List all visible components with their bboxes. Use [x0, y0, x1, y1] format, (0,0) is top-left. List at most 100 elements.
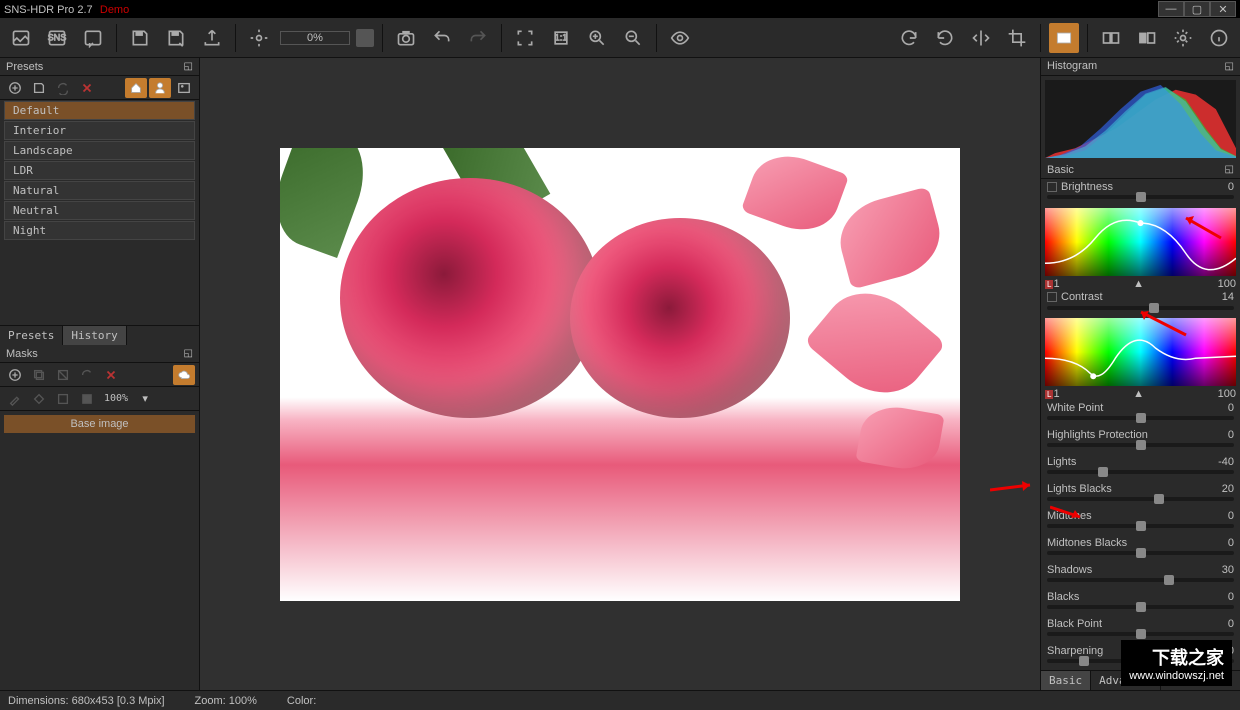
masks-toolbar-1: [0, 363, 199, 387]
title-bar: SNS-HDR Pro 2.7 Demo — ▢ ✕: [0, 0, 1240, 18]
brightness-curve[interactable]: [1045, 208, 1236, 276]
histogram-display: [1045, 80, 1236, 158]
preset-item-night[interactable]: Night: [4, 221, 195, 240]
slider-lights[interactable]: Lights-40: [1041, 454, 1240, 481]
crop-button[interactable]: [1002, 23, 1032, 53]
fill-button[interactable]: [28, 389, 50, 409]
undo-button[interactable]: [427, 23, 457, 53]
tab-presets[interactable]: Presets: [0, 326, 63, 345]
delete-mask-button[interactable]: [100, 365, 122, 385]
slider-midtones-blacks[interactable]: Midtones Blacks0: [1041, 535, 1240, 562]
tab-basic[interactable]: Basic: [1041, 671, 1091, 690]
slider-white-point[interactable]: White Point0: [1041, 400, 1240, 427]
presets-toolbar: [0, 76, 199, 100]
camera-button[interactable]: [391, 23, 421, 53]
flip-button[interactable]: [966, 23, 996, 53]
app-name: SNS-HDR Pro 2.7: [4, 4, 93, 16]
right-sidebar: Histogram ◱ Basic ◱ Brightness0 L1▲100 C…: [1040, 58, 1240, 690]
status-bar: Dimensions: 680x453 [0.3 Mpix] Zoom: 100…: [0, 690, 1240, 710]
preset-item-neutral[interactable]: Neutral: [4, 201, 195, 220]
contrast-curve[interactable]: [1045, 318, 1236, 386]
status-dimensions: Dimensions: 680x453 [0.3 Mpix]: [8, 695, 165, 707]
masks-header: Masks ◱: [0, 345, 199, 363]
brightness-slider[interactable]: Brightness0: [1041, 179, 1240, 205]
basic-header: Basic ◱: [1041, 162, 1240, 180]
mask-zoom: 100%: [100, 393, 132, 404]
basic-title: Basic: [1047, 164, 1074, 176]
window-controls: — ▢ ✕: [1158, 1, 1236, 17]
preset-item-natural[interactable]: Natural: [4, 181, 195, 200]
slider-midtones[interactable]: Midtones0: [1041, 508, 1240, 535]
presets-header: Presets ◱: [0, 58, 199, 76]
watermark: 下载之家 www.windowszj.net: [1121, 640, 1232, 686]
save-button[interactable]: [125, 23, 155, 53]
svg-text:1:1: 1:1: [555, 32, 568, 42]
preview-button[interactable]: [665, 23, 695, 53]
brightness-range: L1▲100: [1041, 278, 1240, 290]
split-view-button[interactable]: [1096, 23, 1126, 53]
slider-shadows[interactable]: Shadows30: [1041, 562, 1240, 589]
preset-user-button[interactable]: [149, 78, 171, 98]
brush-button[interactable]: [4, 389, 26, 409]
rotate-cw-button[interactable]: [894, 23, 924, 53]
dropdown-icon[interactable]: ▾: [134, 389, 156, 409]
dock-icon[interactable]: ◱: [184, 348, 193, 359]
base-image-item[interactable]: Base image: [4, 415, 195, 433]
minimize-button[interactable]: —: [1158, 1, 1184, 17]
main-toolbar: SNS 0% 1:1: [0, 18, 1240, 58]
open-image-button[interactable]: [6, 23, 36, 53]
gradient-button[interactable]: [76, 389, 98, 409]
actual-size-button[interactable]: 1:1: [546, 23, 576, 53]
batch-settings-button[interactable]: [244, 23, 274, 53]
contrast-slider[interactable]: Contrast14: [1041, 290, 1240, 316]
save-as-button[interactable]: [161, 23, 191, 53]
zoom-in-button[interactable]: [582, 23, 612, 53]
preset-item-ldr[interactable]: LDR: [4, 161, 195, 180]
refresh-mask-button[interactable]: [76, 365, 98, 385]
preset-item-landscape[interactable]: Landscape: [4, 141, 195, 160]
tab-history[interactable]: History: [63, 326, 126, 345]
histogram-title: Histogram: [1047, 60, 1097, 72]
canvas-area[interactable]: [200, 58, 1040, 690]
close-button[interactable]: ✕: [1210, 1, 1236, 17]
export-button[interactable]: [197, 23, 227, 53]
dock-icon[interactable]: ◱: [184, 61, 193, 72]
save-preset-button[interactable]: [28, 78, 50, 98]
refresh-preset-button[interactable]: [52, 78, 74, 98]
maximize-button[interactable]: ▢: [1184, 1, 1210, 17]
preset-home-button[interactable]: [125, 78, 147, 98]
invert-mask-button[interactable]: [52, 365, 74, 385]
dock-icon[interactable]: ◱: [1225, 61, 1234, 72]
stop-button[interactable]: [356, 29, 374, 47]
preset-item-interior[interactable]: Interior: [4, 121, 195, 140]
rect-select-button[interactable]: [52, 389, 74, 409]
open-sns-button[interactable]: SNS: [42, 23, 72, 53]
compare-view-button[interactable]: [1132, 23, 1162, 53]
info-button[interactable]: [1204, 23, 1234, 53]
zoom-out-button[interactable]: [618, 23, 648, 53]
add-preset-button[interactable]: [4, 78, 26, 98]
delete-preset-button[interactable]: [76, 78, 98, 98]
slider-highlights-protection[interactable]: Highlights Protection0: [1041, 427, 1240, 454]
fit-screen-button[interactable]: [510, 23, 540, 53]
preset-list: DefaultInteriorLandscapeLDRNaturalNeutra…: [0, 100, 199, 241]
cloud-mask-button[interactable]: [173, 365, 195, 385]
preset-image-button[interactable]: [173, 78, 195, 98]
single-view-button[interactable]: [1049, 23, 1079, 53]
save-sns-button[interactable]: [78, 23, 108, 53]
copy-mask-button[interactable]: [28, 365, 50, 385]
rotate-ccw-button[interactable]: [930, 23, 960, 53]
slider-blacks[interactable]: Blacks0: [1041, 589, 1240, 616]
add-mask-button[interactable]: [4, 365, 26, 385]
presets-title: Presets: [6, 61, 43, 73]
svg-text:SNS: SNS: [48, 32, 67, 42]
settings-button[interactable]: [1168, 23, 1198, 53]
contrast-range: L1▲100: [1041, 388, 1240, 400]
preset-item-default[interactable]: Default: [4, 101, 195, 120]
dock-icon[interactable]: ◱: [1225, 164, 1234, 175]
left-tabs: PresetsHistory: [0, 325, 199, 345]
slider-lights-blacks[interactable]: Lights Blacks20: [1041, 481, 1240, 508]
redo-button[interactable]: [463, 23, 493, 53]
status-zoom: Zoom: 100%: [195, 695, 257, 707]
app-title: SNS-HDR Pro 2.7 Demo: [4, 2, 129, 16]
